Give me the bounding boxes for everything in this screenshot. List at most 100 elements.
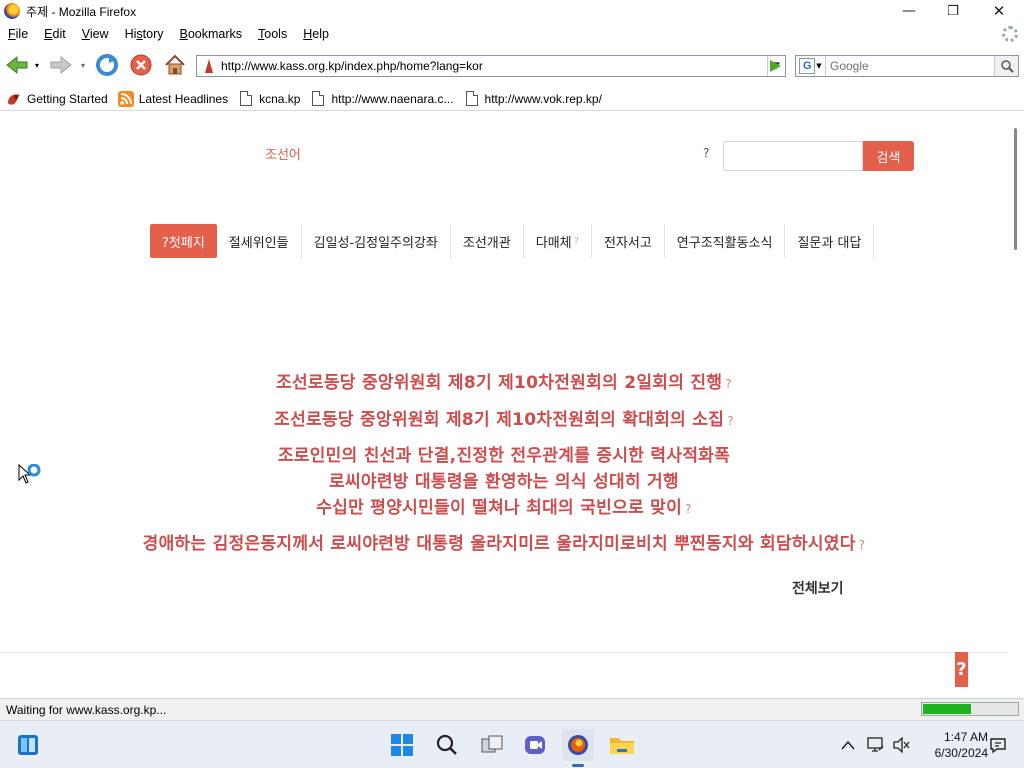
headline-item[interactable]: 조로인민의 친선과 단결,진정한 전우관계를 증시한 력사적화폭 (0, 441, 1008, 466)
headline-item[interactable]: 경애하는 김정은동지께서 로씨야련방 대통령 울라지미르 울라지미로비치 뿌찐동… (0, 529, 1008, 554)
headline-marker: ? (858, 538, 866, 552)
menu-bar: File Edit View History Bookmarks Tools Help (0, 23, 1024, 45)
rss-feed-icon (117, 90, 134, 107)
search-engine-selector[interactable]: G ▼ (796, 56, 826, 76)
forward-button[interactable] (48, 52, 74, 78)
headline-text[interactable]: 조선로동당 중앙위원회 제8기 제10차전원회의 2일회의 진행 (276, 373, 722, 393)
nav-item[interactable]: 김일성-김정일주의강좌 (302, 224, 451, 258)
back-button[interactable] (4, 52, 30, 78)
language-link[interactable]: 조선어 (265, 144, 301, 163)
headline-item[interactable]: 조선로동당 중앙위원회 제8기 제10차전원회의 2일회의 진행? (0, 368, 1008, 393)
widgets-icon[interactable] (12, 729, 44, 761)
site-search-button[interactable]: 검색 (863, 141, 914, 171)
nav-item[interactable]: ?첫페지 (150, 224, 217, 258)
headline-item[interactable]: 수십만 평양시민들이 떨쳐나 최대의 국빈으로 맞이? (0, 493, 1008, 518)
taskbar: 1:47 AM 6/30/2024 (0, 720, 1024, 768)
reload-icon (96, 54, 118, 76)
stop-button[interactable] (128, 52, 154, 78)
forward-history-dropdown[interactable]: ▾ (76, 52, 90, 78)
menu-item[interactable]: Tools (250, 27, 295, 41)
headline-text-line[interactable]: 수십만 평양시민들이 떨쳐나 최대의 국빈으로 맞이 (316, 498, 682, 518)
reload-button[interactable] (94, 52, 120, 78)
start-menu-icon[interactable] (386, 729, 418, 761)
bookmark-label: http://www.vok.rep.kp/ (484, 91, 602, 106)
back-history-dropdown[interactable]: ▾ (30, 52, 44, 78)
bookmark-item[interactable]: Getting Started (6, 91, 108, 107)
headline-marker: ? (725, 377, 732, 391)
bookmarks-toolbar: Getting Started Latest Headlines kcna.kp ht… (0, 87, 1024, 111)
main-navigation: ?첫페지 절세위인들 김일성-김정일주의강좌 조선개관 다매체? 전자서고 연구조직활동소식… (150, 224, 875, 258)
go-button[interactable] (764, 56, 786, 76)
view-all-link[interactable]: 전체보기 (792, 578, 844, 598)
stop-icon (130, 54, 152, 76)
headline-item[interactable]: 조선로동당 중앙위원회 제8기 제10차전원회의 확대회의 소집? (0, 405, 1008, 430)
clock-date: 6/30/2024 (934, 746, 988, 760)
menu-item[interactable]: History (117, 27, 172, 41)
url-bar[interactable]: http://www.kass.org.kp/index.php/home?la… (196, 55, 786, 77)
firefox-window: 주제 - Mozilla Firefox — ❐ ✕ File Edit View H… (0, 0, 1024, 720)
teams-chat-icon[interactable] (519, 729, 551, 761)
nav-item[interactable]: 연구조직활동소식 (665, 224, 786, 258)
search-button[interactable] (994, 56, 1018, 76)
google-icon: G (799, 58, 816, 74)
task-view-icon[interactable] (476, 729, 508, 761)
window-title: 주제 - Mozilla Firefox (26, 4, 137, 19)
headline-marker: ? (727, 414, 734, 428)
floating-action-button[interactable]: ? (955, 652, 968, 687)
bookmark-item[interactable]: http://www.naenara.c... (310, 91, 454, 107)
firefox-getting-started-icon (6, 91, 22, 107)
minimize-button[interactable]: — (886, 0, 932, 22)
site-search-input[interactable] (723, 141, 863, 171)
menu-item[interactable]: Bookmarks (172, 27, 251, 41)
system-clock[interactable]: 1:47 AM 6/30/2024 (918, 729, 988, 761)
chevron-up-icon[interactable] (836, 729, 860, 761)
bookmark-label: http://www.naenara.c... (331, 91, 454, 106)
nav-item[interactable]: 다매체? (524, 224, 592, 258)
vertical-scrollbar[interactable] (1008, 112, 1024, 698)
search-icon[interactable] (431, 729, 463, 761)
headline-text[interactable]: 경애하는 김정은동지께서 로씨야련방 대통령 울라지미르 울라지미로비치 뿌찐동… (143, 534, 856, 554)
network-icon[interactable] (864, 729, 888, 761)
page-icon (310, 91, 326, 107)
firefox-taskbar-icon[interactable] (562, 729, 594, 761)
bookmark-item[interactable]: Latest Headlines (117, 90, 228, 107)
clock-time: 1:47 AM (943, 730, 988, 744)
headline-marker: ? (685, 502, 692, 516)
progress-fill (923, 704, 971, 714)
volume-muted-icon[interactable] (890, 729, 914, 761)
nav-item[interactable]: 조선개관 (451, 224, 524, 258)
menu-item[interactable]: File (0, 27, 36, 41)
nav-item[interactable]: 질문과 대답 (785, 224, 875, 258)
file-explorer-icon[interactable] (606, 729, 638, 761)
headline-text-line[interactable]: 로씨야련방 대통령을 환영하는 의식 성대히 거행 (329, 472, 679, 492)
menu-item[interactable]: Help (295, 27, 337, 41)
active-app-indicator (572, 764, 584, 767)
forward-arrow-icon (50, 55, 72, 75)
restore-button[interactable]: ❐ (930, 0, 976, 22)
throbber-icon (1002, 26, 1018, 42)
close-button[interactable]: ✕ (976, 0, 1022, 22)
web-search-input[interactable] (826, 56, 994, 76)
bookmark-label: kcna.kp (259, 91, 301, 106)
headline-item[interactable]: 로씨야련방 대통령을 환영하는 의식 성대히 거행 (0, 467, 1008, 492)
web-search-box: G ▼ (795, 55, 1019, 77)
page-load-progress (921, 702, 1019, 716)
status-text: Waiting for www.kass.org.kp... (6, 702, 167, 717)
nav-item[interactable]: 전자서고 (592, 224, 665, 258)
bookmark-item[interactable]: kcna.kp (238, 91, 300, 107)
menu-item[interactable]: Edit (36, 27, 74, 41)
back-arrow-icon (6, 55, 28, 75)
scrollbar-thumb[interactable] (1014, 128, 1017, 250)
url-text[interactable]: http://www.kass.org.kp/index.php/home?la… (221, 59, 767, 73)
bookmark-item[interactable]: http://www.vok.rep.kp/ (464, 91, 602, 107)
notifications-icon[interactable] (986, 729, 1010, 761)
headline-text[interactable]: 조선로동당 중앙위원회 제8기 제10차전원회의 확대회의 소집 (274, 410, 724, 430)
headline-text-line[interactable]: 조로인민의 친선과 단결,진정한 전우관계를 증시한 력사적화폭 (278, 446, 730, 466)
busy-cursor-icon (18, 463, 44, 493)
home-icon (165, 54, 185, 75)
nav-item[interactable]: 절세위인들 (217, 224, 302, 258)
bookmark-label: Getting Started (27, 91, 108, 106)
menu-item[interactable]: View (74, 27, 117, 41)
page-icon (238, 91, 254, 107)
home-button[interactable] (162, 52, 188, 78)
